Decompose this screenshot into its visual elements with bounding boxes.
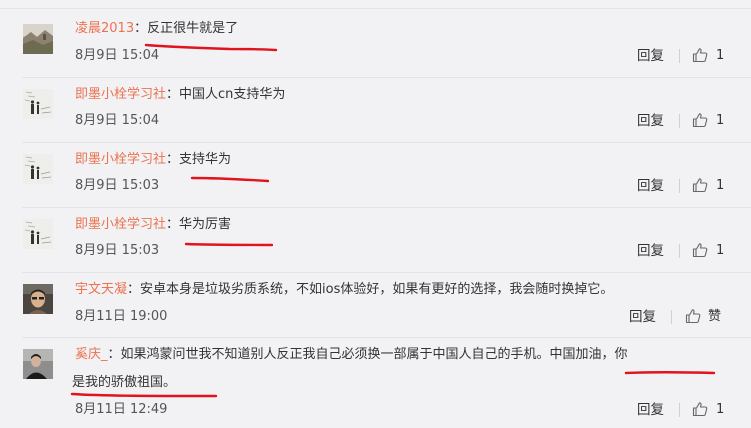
thumbs-up-icon[interactable] — [692, 177, 708, 193]
like-count: 1 — [716, 113, 725, 128]
reply-button[interactable]: 回复 — [637, 48, 664, 64]
reply-button[interactable]: 回复 — [637, 113, 664, 129]
username-link[interactable]: 即墨小栓学习社 — [75, 152, 166, 167]
avatar-photo-image — [23, 349, 53, 379]
comment-text-line2: 是我的骄傲祖国。 — [72, 375, 177, 390]
like-count: 1 — [716, 178, 725, 193]
reply-button[interactable]: 回复 — [629, 309, 656, 325]
comment-date: 8月9日 15:03 — [75, 178, 160, 193]
avatar-sketch-image — [23, 219, 53, 249]
comment-line: 即墨小栓学习社：中国人cn支持华为 — [75, 86, 285, 104]
username-link[interactable]: 即墨小栓学习社 — [75, 217, 166, 232]
username-link[interactable]: 奚庆_ — [75, 347, 108, 362]
comment-line: 是我的骄傲祖国。 — [72, 374, 176, 392]
comment-text: 华为厉害 — [179, 217, 232, 232]
colon: ： — [134, 21, 148, 36]
avatar[interactable] — [23, 154, 53, 184]
comment-text: 安卓本身是垃圾劣质系统，不如ios体验好，如果有更好的选择，我会随时换掉它。 — [140, 282, 614, 297]
thumbs-up-icon[interactable] — [692, 242, 708, 258]
comment-divider — [22, 337, 751, 338]
comment-date: 8月9日 15:03 — [75, 243, 160, 258]
thumbs-up-icon[interactable] — [685, 308, 701, 324]
comment-text-line1: 如果鸿蒙问世我不知道别人反正我自己必须换一部属于中国人自己的手机。中国加油，你 — [120, 347, 628, 362]
top-divider — [0, 0, 751, 9]
comment-line: 奚庆_：如果鸿蒙问世我不知道别人反正我自己必须换一部属于中国人自己的手机。中国加… — [75, 346, 628, 364]
comment-line: 凌晨2013：反正很牛就是了 — [75, 20, 238, 38]
comment-date: 8月11日 19:00 — [75, 309, 168, 324]
action-divider — [679, 49, 680, 63]
avatar-sketch-image — [23, 154, 53, 184]
colon: ： — [166, 152, 180, 167]
comment-divider — [22, 77, 751, 78]
avatar[interactable] — [23, 219, 53, 249]
action-divider — [679, 114, 680, 128]
comment-divider — [22, 142, 751, 143]
avatar[interactable] — [23, 24, 53, 54]
avatar[interactable] — [23, 284, 53, 314]
comment-line: 宇文天凝：安卓本身是垃圾劣质系统，不如ios体验好，如果有更好的选择，我会随时换… — [75, 281, 613, 299]
reply-button[interactable]: 回复 — [637, 402, 664, 418]
comment-text: 支持华为 — [179, 152, 232, 167]
thumbs-up-icon[interactable] — [692, 112, 708, 128]
red-underline-annotation — [184, 242, 274, 247]
thumbs-up-icon[interactable] — [692, 401, 708, 417]
username-link[interactable]: 即墨小栓学习社 — [75, 87, 166, 102]
comment-date: 8月9日 15:04 — [75, 48, 160, 63]
comment-divider — [22, 207, 751, 208]
action-divider — [671, 310, 672, 324]
thumbs-up-icon[interactable] — [692, 47, 708, 63]
action-divider — [679, 244, 680, 258]
comment-line: 即墨小栓学习社：支持华为 — [75, 151, 231, 169]
comment-text: 反正很牛就是了 — [147, 21, 239, 36]
red-underline-annotation — [624, 371, 716, 375]
avatar[interactable] — [23, 89, 53, 119]
like-count: 1 — [716, 402, 725, 417]
username-link[interactable]: 凌晨2013 — [75, 21, 134, 36]
username-link[interactable]: 宇文天凝 — [75, 282, 127, 297]
action-divider — [679, 403, 680, 417]
avatar-photo-image — [23, 284, 53, 314]
colon: ： — [166, 87, 180, 102]
action-divider — [679, 179, 680, 193]
like-count: 1 — [716, 243, 725, 258]
avatar-sketch-image — [23, 89, 53, 119]
reply-button[interactable]: 回复 — [637, 178, 664, 194]
comment-date: 8月11日 12:49 — [75, 402, 168, 417]
like-count: 1 — [716, 48, 725, 63]
colon: ： — [166, 217, 180, 232]
comment-date: 8月9日 15:04 — [75, 113, 160, 128]
colon: ： — [127, 282, 141, 297]
avatar[interactable] — [23, 349, 53, 379]
colon: ： — [107, 347, 121, 362]
comment-text: 中国人cn支持华为 — [179, 87, 286, 102]
comment-divider — [22, 272, 751, 273]
reply-button[interactable]: 回复 — [637, 243, 664, 259]
red-underline-annotation — [144, 43, 278, 52]
comment-line: 即墨小栓学习社：华为厉害 — [75, 216, 231, 234]
avatar-landscape-image — [23, 24, 53, 54]
like-label[interactable]: 赞 — [708, 309, 721, 325]
red-underline-annotation — [190, 176, 270, 183]
